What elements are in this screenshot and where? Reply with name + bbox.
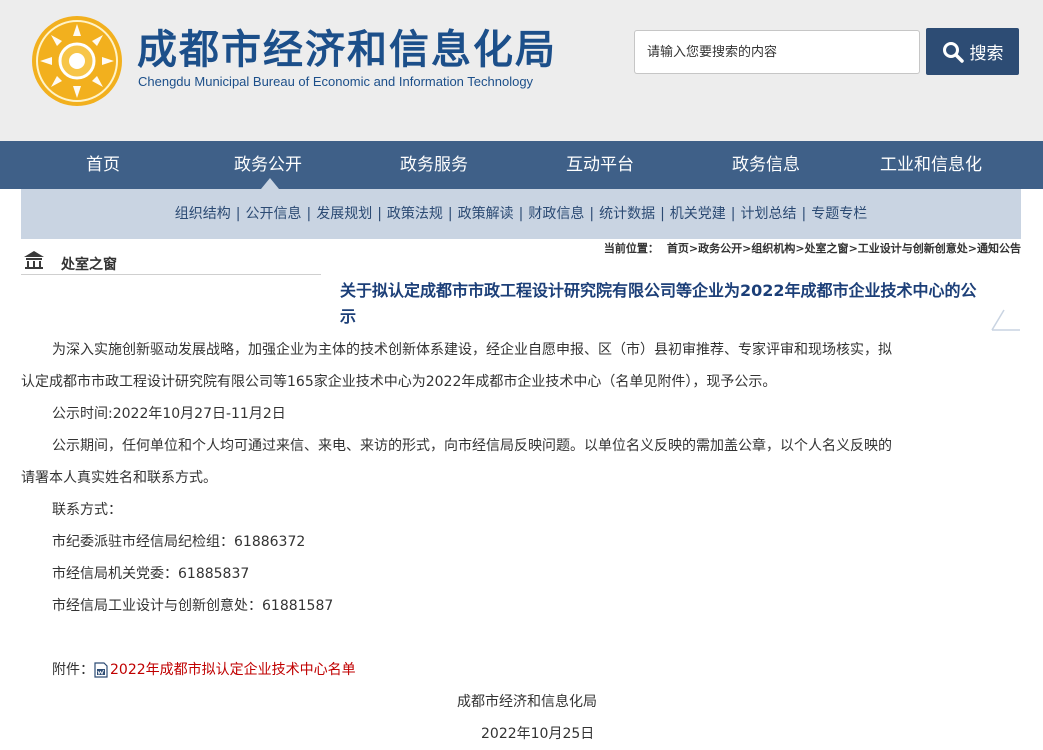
nav-item-gov-services[interactable]: 政务服务: [400, 141, 468, 189]
document-icon: [94, 662, 108, 678]
article-period: 公示时间:2022年10月27日-11月2日: [52, 406, 286, 422]
sub-nav: 组织结构 | 公开信息 | 发展规划 | 政策法规 | 政策解读 | 财政信息 | 统计数据 | 机关党建 |…: [21, 189, 1021, 239]
subnav-separator: |: [660, 206, 665, 222]
search-input[interactable]: [634, 30, 920, 74]
breadcrumb: 当前位置： 首页>政务公开>组织机构>处室之窗>工业设计与创新创意处>通知公告: [604, 240, 1021, 256]
contact-party-committee: 市经信局机关党委：61885837: [52, 566, 250, 582]
subnav-separator: |: [306, 206, 312, 222]
search-icon: [942, 41, 964, 63]
subnav-item-dev-planning[interactable]: 发展规划: [316, 206, 372, 222]
article-para-1-line-2: 认定成都市市政工程设计研究院有限公司等165家企业技术中心为2022年成都市企业…: [21, 374, 777, 390]
nav-item-home[interactable]: 首页: [86, 141, 120, 189]
breadcrumb-label: 当前位置：: [603, 242, 659, 255]
breadcrumb-separator: >: [967, 242, 977, 255]
breadcrumb-separator: >: [795, 242, 805, 255]
subnav-separator: |: [377, 206, 382, 222]
contact-discipline: 市纪委派驻市经信局纪检组：61886372: [52, 534, 306, 550]
subnav-separator: |: [518, 206, 524, 222]
breadcrumb-item-gov-affairs-open[interactable]: 政务公开: [698, 242, 742, 255]
subnav-item-party-building[interactable]: 机关党建: [670, 206, 726, 222]
article-title: 关于拟认定成都市市政工程设计研究院有限公司等企业为2022年成都市企业技术中心的…: [340, 281, 977, 326]
subnav-item-policies-regulations[interactable]: 政策法规: [387, 206, 443, 222]
nav-item-gov-info[interactable]: 政务信息: [732, 141, 800, 189]
subnav-separator: |: [801, 206, 807, 222]
sun-emblem-logo[interactable]: [30, 14, 124, 108]
subnav-item-policy-interpretation[interactable]: 政策解读: [458, 206, 514, 222]
breadcrumb-item-org[interactable]: 组织机构: [751, 242, 795, 255]
subnav-item-public-info[interactable]: 公开信息: [245, 206, 301, 222]
site-header: 成都市经济和信息化局 Chengdu Municipal Bureau of E…: [0, 0, 1043, 141]
main-nav: 首页 政务公开 政务服务 互动平台 政务信息 工业和信息化: [0, 141, 1043, 189]
building-icon: [24, 251, 44, 269]
breadcrumb-separator: >: [688, 242, 699, 255]
subnav-separator: |: [235, 206, 241, 222]
org-name-en: Chengdu Municipal Bureau of Economic and…: [138, 74, 534, 89]
article-para-3-line-1: 公示期间，任何单位和个人均可通过来信、来电、来访的形式，向市经信局反映问题。以单…: [52, 438, 892, 454]
subnav-item-special-topics[interactable]: 专题专栏: [811, 206, 867, 222]
subnav-separator: |: [730, 206, 736, 222]
nav-item-interactive-platform[interactable]: 互动平台: [566, 141, 634, 189]
contact-design-dept: 市经信局工业设计与创新创意处：61881587: [52, 598, 334, 614]
corner-decoration: [991, 309, 1020, 331]
subnav-item-statistics[interactable]: 统计数据: [599, 206, 655, 222]
search-button[interactable]: 搜索: [926, 28, 1019, 75]
article-para-3-line-2: 请署本人真实姓名和联系方式。: [21, 470, 217, 486]
breadcrumb-separator: >: [848, 242, 858, 255]
breadcrumb-item-notices[interactable]: 通知公告: [977, 242, 1021, 255]
subnav-item-org-structure[interactable]: 组织结构: [175, 206, 231, 222]
breadcrumb-item-home[interactable]: 首页: [667, 242, 689, 255]
attachment-link[interactable]: 2022年成都市拟认定企业技术中心名单: [110, 662, 356, 678]
section-heading: 处室之窗: [21, 248, 321, 275]
attachment-row: 附件： 2022年成都市拟认定企业技术中心名单: [52, 659, 356, 679]
nav-item-industry-it[interactable]: 工业和信息化: [880, 141, 982, 189]
section-title: 处室之窗: [61, 257, 117, 273]
subnav-item-fiscal-info[interactable]: 财政信息: [528, 206, 584, 222]
breadcrumb-item-design-dept[interactable]: 工业设计与创新创意处: [858, 242, 968, 255]
article-para-1-line-1: 为深入实施创新驱动发展战略，加强企业为主体的技术创新体系建设，经企业自愿申报、区…: [52, 342, 892, 358]
subnav-item-plan-summary[interactable]: 计划总结: [741, 206, 797, 222]
active-nav-caret: [261, 178, 279, 189]
attachment-label: 附件：: [52, 662, 94, 678]
breadcrumb-item-dept-window[interactable]: 处室之窗: [805, 242, 849, 255]
subnav-separator: |: [447, 206, 453, 222]
contact-label: 联系方式：: [52, 502, 122, 518]
breadcrumb-separator: >: [742, 242, 752, 255]
org-name-cn: 成都市经济和信息化局: [137, 27, 557, 73]
subnav-separator: |: [589, 206, 595, 222]
search-button-label: 搜索: [969, 44, 1004, 64]
article-signature: 成都市经济和信息化局: [457, 694, 597, 710]
article-date: 2022年10月25日: [481, 726, 595, 742]
